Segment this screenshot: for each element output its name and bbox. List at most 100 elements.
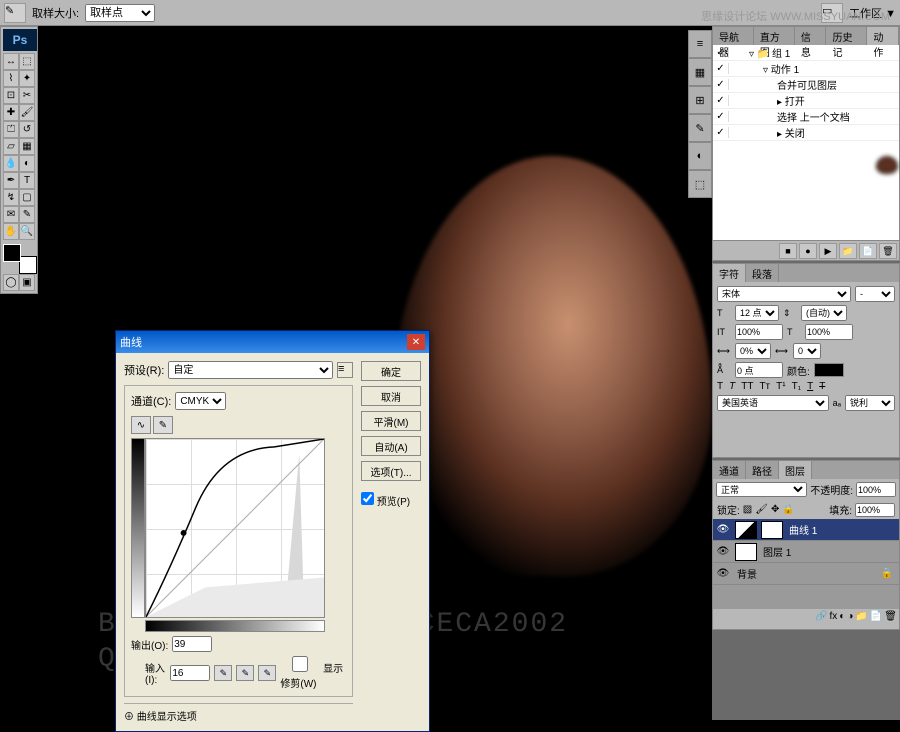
panel-icon-3[interactable]: ⊞: [688, 86, 712, 114]
curve-graph[interactable]: [145, 438, 325, 618]
panel-icon-2[interactable]: ▦: [688, 58, 712, 86]
new-layer-icon[interactable]: 📄: [870, 611, 882, 627]
move-tool[interactable]: ↔: [3, 53, 19, 70]
quickmask-icon[interactable]: ◯: [3, 274, 19, 291]
tab-character[interactable]: 字符: [713, 264, 746, 282]
layer-fx-icon[interactable]: fx: [830, 611, 838, 627]
hscale-input[interactable]: [805, 324, 853, 340]
new-set-icon[interactable]: 📁: [839, 243, 857, 259]
stamp-tool[interactable]: ⏍: [3, 121, 19, 138]
marquee-tool[interactable]: ⬚: [19, 53, 35, 70]
vscale-input[interactable]: [735, 324, 783, 340]
cancel-button[interactable]: 取消: [361, 386, 421, 406]
tab-paths[interactable]: 路径: [746, 461, 779, 479]
blur-tool[interactable]: 💧: [3, 155, 19, 172]
smooth-button[interactable]: 平滑(M): [361, 411, 421, 431]
preview-checkbox[interactable]: 预览(P): [361, 492, 421, 508]
type-tool[interactable]: T: [19, 172, 35, 189]
curve-point-tool[interactable]: ∿: [131, 416, 151, 434]
lock-pixels-icon[interactable]: 🖌: [755, 504, 768, 515]
record-icon[interactable]: ●: [799, 243, 817, 259]
fill-input[interactable]: [855, 503, 895, 517]
superscript-icon[interactable]: T¹: [776, 381, 785, 392]
subscript-icon[interactable]: T₁: [792, 381, 801, 392]
eyedropper-icon[interactable]: ✎: [4, 3, 26, 23]
language-select[interactable]: 美国英语: [717, 395, 829, 411]
underline-icon[interactable]: T: [807, 381, 813, 392]
input-input[interactable]: [170, 665, 210, 681]
crop-tool[interactable]: ⊡: [3, 87, 19, 104]
notes-tool[interactable]: ✉: [3, 206, 19, 223]
panel-icon-1[interactable]: ≡: [688, 30, 712, 58]
layer-row[interactable]: 👁背景🔒: [713, 563, 899, 585]
action-row[interactable]: ✓▸ 关闭: [713, 125, 899, 141]
heal-tool[interactable]: ✚: [3, 104, 19, 121]
layer-row[interactable]: 👁曲线 1: [713, 519, 899, 541]
lock-all-icon[interactable]: 🔒: [782, 504, 794, 515]
tab-navigator[interactable]: 导航器: [713, 27, 754, 45]
channel-select[interactable]: CMYK: [175, 392, 226, 410]
panel-icon-5[interactable]: ◐: [688, 142, 712, 170]
lasso-tool[interactable]: ⌇: [3, 70, 19, 87]
ok-button[interactable]: 确定: [361, 361, 421, 381]
wand-tool[interactable]: ✦: [19, 70, 35, 87]
background-swatch[interactable]: [19, 256, 37, 274]
lock-transparent-icon[interactable]: ▨: [743, 504, 752, 515]
trash-icon[interactable]: 🗑: [879, 243, 897, 259]
leading-select[interactable]: (自动): [801, 305, 847, 321]
panel-icon-6[interactable]: ⬚: [688, 170, 712, 198]
font-family-select[interactable]: 宋体: [717, 286, 851, 302]
color-swatches[interactable]: [3, 244, 37, 274]
gradient-tool[interactable]: ▦: [19, 138, 35, 155]
delete-layer-icon[interactable]: 🗑: [884, 611, 897, 627]
tab-actions[interactable]: 动作: [867, 27, 899, 45]
visibility-icon[interactable]: 👁: [713, 568, 733, 579]
allcaps-icon[interactable]: TT: [741, 381, 753, 392]
sample-size-select[interactable]: 取样点: [85, 4, 155, 22]
layer-mask-icon[interactable]: ◐: [839, 611, 845, 627]
path-tool[interactable]: ↯: [3, 189, 19, 206]
text-color-swatch[interactable]: [814, 363, 844, 377]
output-input[interactable]: [172, 636, 212, 652]
options-button[interactable]: 选项(T)...: [361, 461, 421, 481]
action-row[interactable]: ✓选择 上一个文档: [713, 109, 899, 125]
zoom-tool[interactable]: 🔍: [19, 223, 35, 240]
blend-mode-select[interactable]: 正常: [716, 482, 807, 497]
link-layers-icon[interactable]: 🔗: [815, 611, 827, 627]
curve-pencil-tool[interactable]: ✎: [153, 416, 173, 434]
strike-icon[interactable]: T: [819, 381, 825, 392]
action-row[interactable]: ✓▿ 动作 1: [713, 61, 899, 77]
action-row[interactable]: ✓▿ 📁 组 1: [713, 45, 899, 61]
new-action-icon[interactable]: 📄: [859, 243, 877, 259]
gray-point-icon[interactable]: ✎: [236, 665, 254, 681]
hand-tool[interactable]: ✋: [3, 223, 19, 240]
visibility-icon[interactable]: 👁: [713, 546, 733, 557]
italic-icon[interactable]: T: [729, 381, 735, 392]
slice-tool[interactable]: ✂: [19, 87, 35, 104]
show-clipping-checkbox[interactable]: 显示修剪(W): [280, 656, 346, 690]
font-size-select[interactable]: 12 点: [735, 305, 779, 321]
shape-tool[interactable]: ▢: [19, 189, 35, 206]
play-icon[interactable]: ▶: [819, 243, 837, 259]
adjustment-layer-icon[interactable]: ◑: [847, 611, 853, 627]
tab-info[interactable]: 信息: [795, 27, 827, 45]
foreground-swatch[interactable]: [3, 244, 21, 262]
bold-icon[interactable]: T: [717, 381, 723, 392]
lock-position-icon[interactable]: ✥: [771, 504, 779, 515]
eraser-tool[interactable]: ▱: [3, 138, 19, 155]
font-style-select[interactable]: -: [855, 286, 895, 302]
tab-layers[interactable]: 图层: [779, 461, 812, 479]
action-row[interactable]: ✓合并可见图层: [713, 77, 899, 93]
display-options-toggle[interactable]: ⊕ 曲线显示选项: [124, 703, 353, 723]
kerning-select[interactable]: 0: [793, 343, 821, 359]
brush-tool[interactable]: 🖌: [19, 104, 35, 121]
tab-channels[interactable]: 通道: [713, 461, 746, 479]
auto-button[interactable]: 自动(A): [361, 436, 421, 456]
black-point-icon[interactable]: ✎: [214, 665, 232, 681]
baseline-input[interactable]: [735, 362, 783, 378]
dodge-tool[interactable]: ◐: [19, 155, 35, 172]
white-point-icon[interactable]: ✎: [258, 665, 276, 681]
dialog-titlebar[interactable]: 曲线 ✕: [116, 331, 429, 353]
tab-history[interactable]: 历史记: [826, 27, 867, 45]
smallcaps-icon[interactable]: Tᴛ: [759, 381, 770, 392]
